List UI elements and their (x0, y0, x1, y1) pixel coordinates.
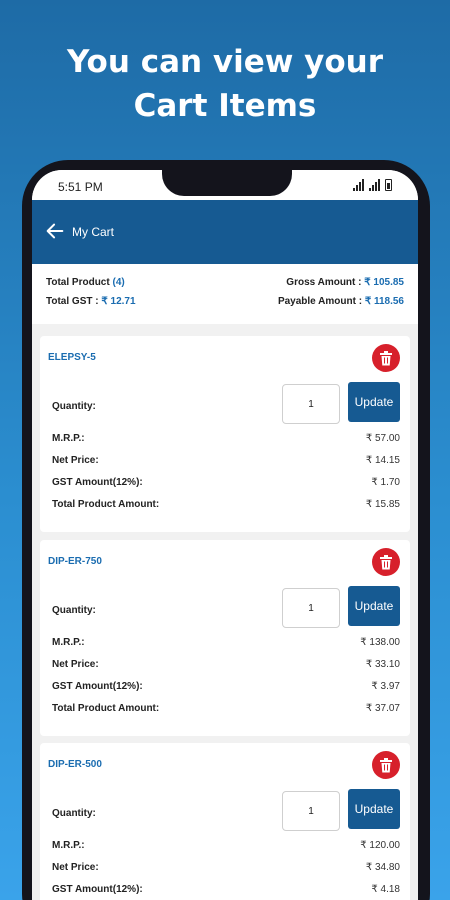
gst-row: GST Amount(12%): ₹ 3.97 (52, 681, 400, 692)
payable-amount: Payable Amount : ₹ 118.56 (278, 296, 404, 307)
total-product-label: Total Product (46, 277, 110, 288)
mrp-label: M.R.P.: (52, 637, 85, 648)
product-name: DIP-ER-500 (48, 759, 102, 770)
total-gst: Total GST : ₹ 12.71 (46, 296, 136, 307)
cart-item-card: DIP-ER-500 Quantity: Update M.R.P.: ₹ 120… (40, 743, 410, 900)
mrp-row: M.R.P.: ₹ 120.00 (52, 840, 400, 851)
total-amount-label: Total Product Amount: (52, 703, 160, 714)
total-gst-value: ₹ 12.71 (101, 296, 136, 307)
promo-headline: You can view your Cart Items (0, 40, 450, 128)
quantity-label: Quantity: (52, 808, 96, 819)
net-price-value: ₹ 33.10 (365, 659, 400, 670)
cart-item-card: DIP-ER-750 Quantity: Update M.R.P.: ₹ 138… (40, 540, 410, 736)
quantity-input[interactable] (282, 791, 340, 831)
signal-icon (353, 179, 364, 191)
total-product: Total Product (4) (46, 277, 125, 288)
payable-amount-label: Payable Amount : (277, 296, 363, 307)
total-amount-value: ₹ 37.07 (365, 703, 400, 714)
net-price-value: ₹ 14.15 (365, 455, 400, 466)
mrp-value: ₹ 120.00 (360, 840, 400, 851)
total-product-count: (4) (112, 277, 125, 288)
gst-label: GST Amount(12%): (52, 477, 143, 488)
gst-value: ₹ 4.18 (371, 884, 400, 895)
update-button[interactable]: Update (348, 382, 400, 422)
summary-row-1: Total Product (4) Gross Amount : ₹ 105.8… (46, 277, 404, 288)
net-price-label: Net Price: (52, 455, 99, 466)
net-price-value: ₹ 34.80 (365, 862, 400, 873)
mrp-label: M.R.P.: (52, 433, 85, 444)
total-amount-row: Total Product Amount: ₹ 15.85 (52, 499, 400, 510)
quantity-label: Quantity: (52, 605, 96, 616)
signal-icon (369, 179, 380, 191)
gross-amount-value: ₹ 105.85 (364, 277, 404, 288)
trash-icon (380, 757, 392, 772)
mrp-value: ₹ 138.00 (360, 637, 400, 648)
total-amount-label: Total Product Amount: (52, 499, 160, 510)
mrp-label: M.R.P.: (52, 840, 85, 851)
app-bar: My Cart (32, 200, 418, 264)
delete-button[interactable] (372, 344, 400, 372)
gst-value: ₹ 3.97 (371, 681, 400, 692)
gst-label: GST Amount(12%): (52, 681, 143, 692)
cart-item-card: ELEPSY-5 Quantity: Update M.R.P.: ₹ 57.00… (40, 336, 410, 532)
promo-headline-line2: Cart Items (133, 88, 317, 124)
net-price-label: Net Price: (52, 862, 99, 873)
delete-button[interactable] (372, 548, 400, 576)
delete-button[interactable] (372, 751, 400, 779)
product-name: DIP-ER-750 (48, 556, 102, 567)
product-name: ELEPSY-5 (48, 352, 96, 363)
status-time: 5:51 PM (58, 180, 103, 194)
gross-amount: Gross Amount : ₹ 105.85 (286, 277, 404, 288)
quantity-input[interactable] (282, 588, 340, 628)
net-price-row: Net Price: ₹ 33.10 (52, 659, 400, 670)
status-icons (353, 179, 392, 191)
arrow-left-icon[interactable] (44, 220, 66, 242)
total-amount-value: ₹ 15.85 (365, 499, 400, 510)
update-button[interactable]: Update (348, 789, 400, 829)
trash-icon (380, 350, 392, 365)
cart-summary: Total Product (4) Gross Amount : ₹ 105.8… (32, 264, 418, 324)
gst-value: ₹ 1.70 (371, 477, 400, 488)
quantity-input[interactable] (282, 384, 340, 424)
gst-label: GST Amount(12%): (52, 884, 143, 895)
page-title: My Cart (72, 225, 114, 239)
summary-row-2: Total GST : ₹ 12.71 Payable Amount : ₹ 1… (46, 296, 404, 307)
promo-headline-line1: You can view your (66, 44, 384, 80)
battery-icon (385, 179, 392, 191)
payable-amount-value: ₹ 118.56 (364, 296, 404, 307)
quantity-label: Quantity: (52, 401, 96, 412)
trash-icon (380, 554, 392, 569)
phone-screen: 5:51 PM My Cart Total Product (4) Gross … (32, 170, 418, 900)
mrp-value: ₹ 57.00 (365, 433, 400, 444)
net-price-label: Net Price: (52, 659, 99, 670)
gross-amount-label: Gross Amount : (286, 277, 362, 288)
total-gst-label: Total GST : (46, 296, 99, 307)
total-amount-row: Total Product Amount: ₹ 37.07 (52, 703, 400, 714)
phone-notch (162, 168, 292, 196)
net-price-row: Net Price: ₹ 14.15 (52, 455, 400, 466)
gst-row: GST Amount(12%): ₹ 4.18 (52, 884, 400, 895)
net-price-row: Net Price: ₹ 34.80 (52, 862, 400, 873)
mrp-row: M.R.P.: ₹ 138.00 (52, 637, 400, 648)
gst-row: GST Amount(12%): ₹ 1.70 (52, 477, 400, 488)
update-button[interactable]: Update (348, 586, 400, 626)
mrp-row: M.R.P.: ₹ 57.00 (52, 433, 400, 444)
